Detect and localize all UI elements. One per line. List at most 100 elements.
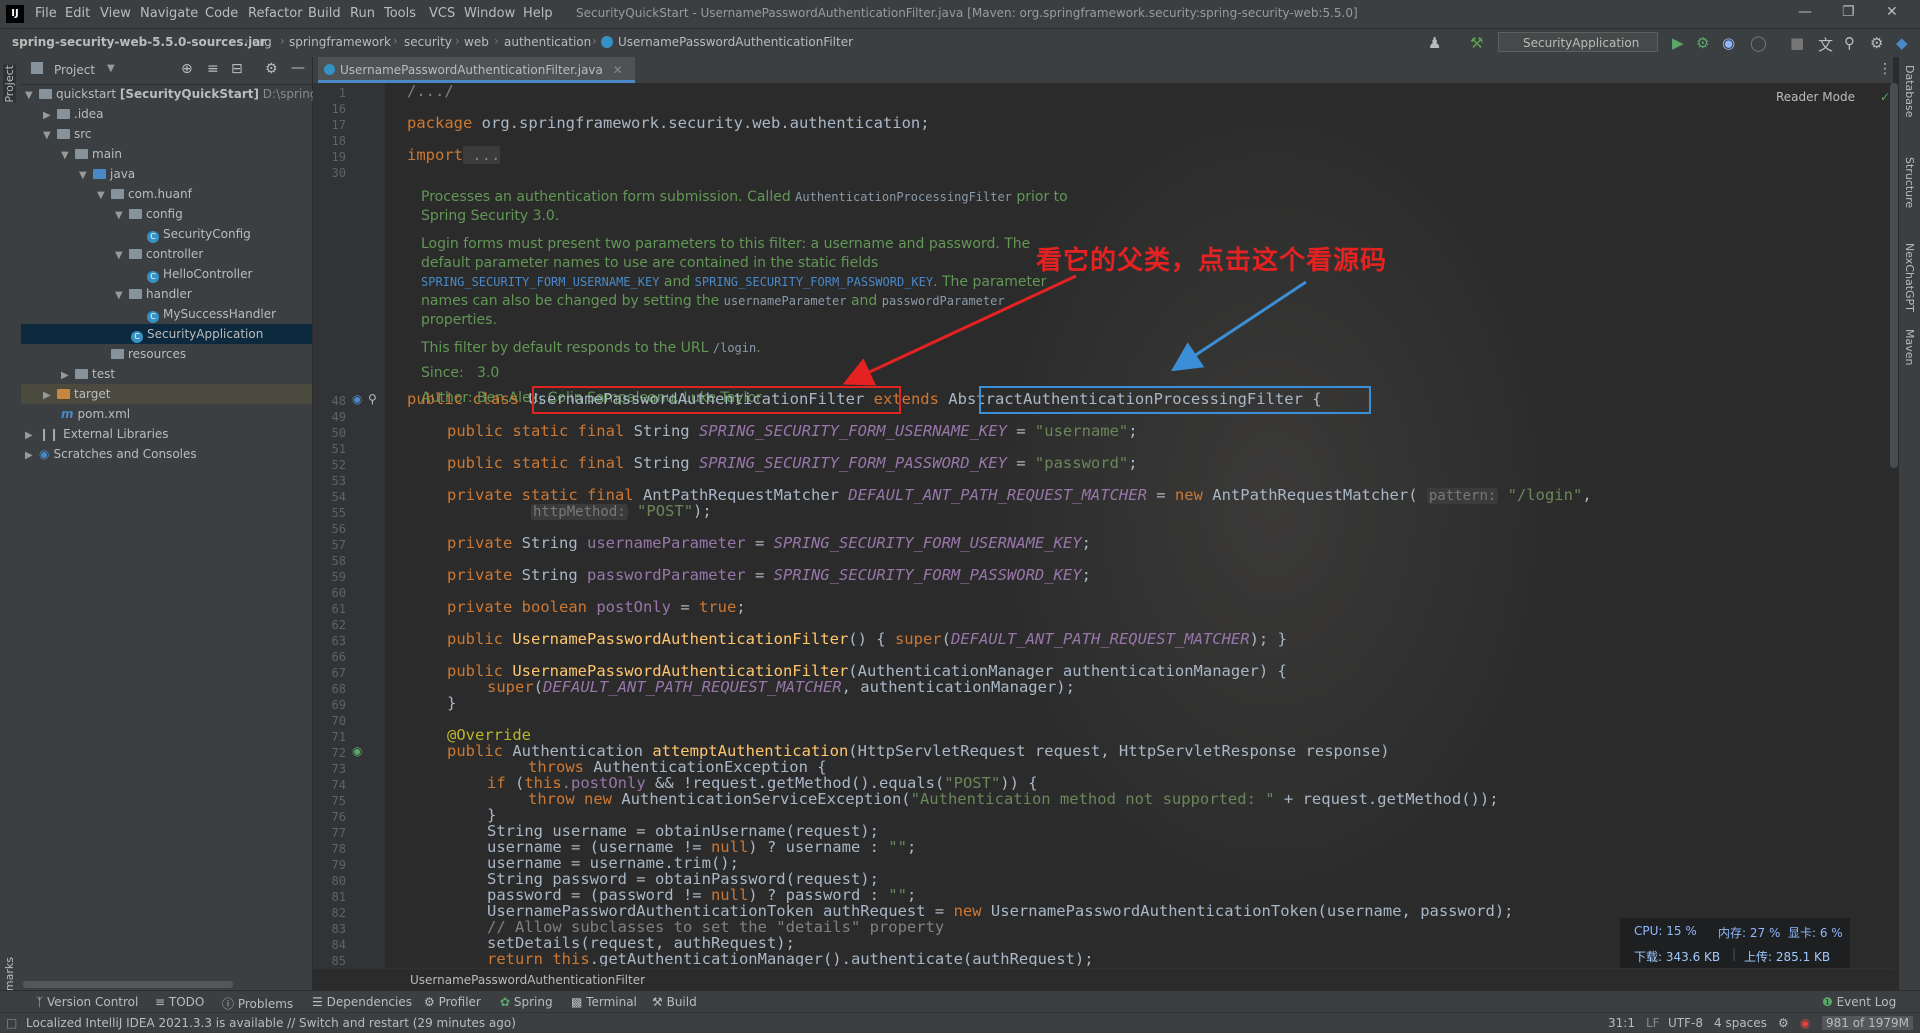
minimize-icon[interactable]: — bbox=[1798, 4, 1812, 20]
locate-icon[interactable]: ⊕ bbox=[181, 61, 193, 77]
tree-item-external-libraries[interactable]: ▶ ❙❙ External Libraries bbox=[21, 424, 312, 444]
close-tab-icon[interactable]: ✕ bbox=[613, 63, 623, 77]
project-tool-button[interactable]: Project bbox=[3, 65, 16, 103]
tree-item-label: test bbox=[92, 367, 116, 381]
expand-all-icon[interactable]: ≡ bbox=[207, 61, 219, 77]
project-view-selector[interactable]: Project bbox=[54, 63, 95, 77]
coverage-icon[interactable]: ◉ bbox=[1722, 34, 1735, 52]
menu-file[interactable]: File bbox=[35, 6, 57, 21]
tree-item-config[interactable]: ▼ config bbox=[21, 204, 312, 224]
chevron-down-icon[interactable]: ▼ bbox=[107, 63, 115, 74]
user-icon[interactable]: ♟ bbox=[1428, 34, 1441, 52]
menu-window[interactable]: Window bbox=[464, 6, 515, 21]
tree-item-securityconfig[interactable]: C SecurityConfig bbox=[21, 224, 312, 244]
menu-build[interactable]: Build bbox=[308, 6, 341, 21]
tree-item-resources[interactable]: resources bbox=[21, 344, 312, 364]
search-usages-icon[interactable]: ⚲ bbox=[368, 392, 377, 406]
tool-profiler[interactable]: ⚙ Profiler bbox=[424, 995, 481, 1009]
tree-item-securityapplication[interactable]: C SecurityApplication bbox=[21, 324, 312, 344]
memory-indicator[interactable]: 981 of 1979M bbox=[1822, 1016, 1913, 1030]
menu-vcs[interactable]: VCS bbox=[429, 6, 455, 21]
tool-event-log[interactable]: ❶ Event Log bbox=[1822, 995, 1896, 1009]
line-number: 53 bbox=[331, 474, 346, 488]
database-tool-button[interactable]: Database bbox=[1903, 65, 1916, 118]
tree-item-src[interactable]: ▼ src bbox=[21, 124, 312, 144]
caret-position[interactable]: 31:1 bbox=[1608, 1016, 1635, 1030]
tree-item-idea[interactable]: ▶ .idea bbox=[21, 104, 312, 124]
breadcrumb-authentication[interactable]: authentication bbox=[504, 35, 591, 49]
menu-edit[interactable]: Edit bbox=[65, 6, 90, 21]
indent-setting[interactable]: 4 spaces bbox=[1714, 1016, 1767, 1030]
breadcrumb-class[interactable]: UsernamePasswordAuthenticationFilter bbox=[618, 35, 853, 49]
stop-icon[interactable]: ■ bbox=[1790, 34, 1804, 52]
tree-item-main[interactable]: ▼ main bbox=[21, 144, 312, 164]
breadcrumb-web[interactable]: web bbox=[464, 35, 489, 49]
close-icon[interactable]: ✕ bbox=[1886, 4, 1898, 20]
code-fold[interactable]: /.../ bbox=[407, 82, 454, 100]
file-encoding[interactable]: UTF-8 bbox=[1668, 1016, 1703, 1030]
tool-spring[interactable]: ✿ Spring bbox=[500, 995, 553, 1009]
collapse-all-icon[interactable]: ⊟ bbox=[231, 61, 243, 77]
tool-dependencies[interactable]: ☰ Dependencies bbox=[312, 995, 412, 1009]
editor-breadcrumb[interactable]: UsernamePasswordAuthenticationFilter bbox=[410, 973, 645, 987]
nexchatgpt-tool-button[interactable]: NexChatGPT bbox=[1903, 243, 1916, 312]
tree-item-test[interactable]: ▶ test bbox=[21, 364, 312, 384]
implemented-icon[interactable]: ◉ bbox=[352, 392, 362, 406]
menu-refactor[interactable]: Refactor bbox=[248, 6, 303, 21]
tree-item-hellocontroller[interactable]: C HelloController bbox=[21, 264, 312, 284]
tree-item-java[interactable]: ▼ java bbox=[21, 164, 312, 184]
line-number: 17 bbox=[331, 118, 346, 132]
hammer-icon[interactable]: ⚒ bbox=[1470, 34, 1483, 52]
vertical-scrollbar[interactable] bbox=[1890, 83, 1898, 468]
menu-run[interactable]: Run bbox=[350, 6, 375, 21]
tab-usernamepasswordauthenticationfilter[interactable]: UsernamePasswordAuthenticationFilter.jav… bbox=[318, 57, 635, 83]
reader-mode-button[interactable]: Reader Mode bbox=[1776, 90, 1855, 104]
tool-build[interactable]: ⚒ Build bbox=[652, 995, 697, 1009]
tree-item-handler[interactable]: ▼ handler bbox=[21, 284, 312, 304]
hide-panel-icon[interactable]: — bbox=[291, 60, 305, 76]
tree-item-mysuccesshandler[interactable]: C MySuccessHandler bbox=[21, 304, 312, 324]
tree-item-package[interactable]: ▼ com.huanf bbox=[21, 184, 312, 204]
search-icon[interactable]: ⚲ bbox=[1844, 34, 1855, 52]
debug-icon[interactable]: ⚙ bbox=[1696, 34, 1709, 52]
tree-item-scratches[interactable]: ▶ ◉ Scratches and Consoles bbox=[21, 444, 312, 464]
tool-version-control[interactable]: ᛉ Version Control bbox=[36, 995, 138, 1009]
tool-terminal[interactable]: ▩ Terminal bbox=[571, 995, 637, 1009]
line-separator[interactable]: LF bbox=[1646, 1016, 1660, 1030]
menu-navigate[interactable]: Navigate bbox=[140, 6, 198, 21]
structure-tool-button[interactable]: Structure bbox=[1903, 157, 1916, 208]
translate-icon[interactable]: 文 bbox=[1818, 34, 1833, 55]
maven-tool-button[interactable]: Maven bbox=[1903, 329, 1916, 365]
override-icon[interactable]: ◉ bbox=[352, 744, 362, 758]
breadcrumb-security[interactable]: security bbox=[404, 35, 452, 49]
menu-help[interactable]: Help bbox=[523, 6, 553, 21]
tree-item-label: handler bbox=[146, 287, 192, 301]
menu-tools[interactable]: Tools bbox=[384, 6, 416, 21]
settings-sync-icon[interactable]: ⚙ bbox=[1778, 1016, 1789, 1030]
tree-item-project-root[interactable]: ▼ quickstart [SecurityQuickStart] D:\spri… bbox=[21, 84, 324, 104]
horizontal-scrollbar[interactable] bbox=[23, 981, 233, 988]
restore-icon[interactable]: ❐ bbox=[1842, 4, 1855, 20]
status-message[interactable]: Localized IntelliJ IDEA 2021.3.3 is avai… bbox=[26, 1016, 516, 1030]
tool-todo[interactable]: ≡ TODO bbox=[155, 995, 204, 1009]
line-number: 81 bbox=[331, 890, 346, 904]
tool-problems[interactable]: ⓘ Problems bbox=[222, 995, 293, 1012]
menu-code[interactable]: Code bbox=[205, 6, 238, 21]
gear-icon[interactable]: ⚙ bbox=[265, 61, 278, 77]
tree-item-controller[interactable]: ▼ controller bbox=[21, 244, 312, 264]
run-icon[interactable]: ▶ bbox=[1672, 34, 1684, 52]
gear-icon[interactable]: ⚙ bbox=[1870, 34, 1883, 52]
line-number: 50 bbox=[331, 426, 346, 440]
chrome-icon[interactable]: ◉ bbox=[1800, 1016, 1810, 1030]
breadcrumb-org[interactable]: org bbox=[252, 35, 272, 49]
breadcrumb-jar[interactable]: spring-security-web-5.5.0-sources.jar bbox=[12, 35, 266, 49]
tree-item-target[interactable]: ▶ target bbox=[21, 384, 312, 404]
run-configuration-select[interactable]: SecurityApplication bbox=[1498, 32, 1658, 52]
tree-item-pom[interactable]: m pom.xml bbox=[21, 404, 312, 424]
plugin-icon[interactable]: ◆ bbox=[1896, 34, 1908, 52]
tree-item-label: resources bbox=[128, 347, 187, 361]
more-icon[interactable]: ⋮ bbox=[1878, 61, 1892, 77]
menu-view[interactable]: View bbox=[100, 6, 131, 21]
breadcrumb-springframework[interactable]: springframework bbox=[289, 35, 391, 49]
profile-icon[interactable]: ◯ bbox=[1750, 34, 1767, 52]
